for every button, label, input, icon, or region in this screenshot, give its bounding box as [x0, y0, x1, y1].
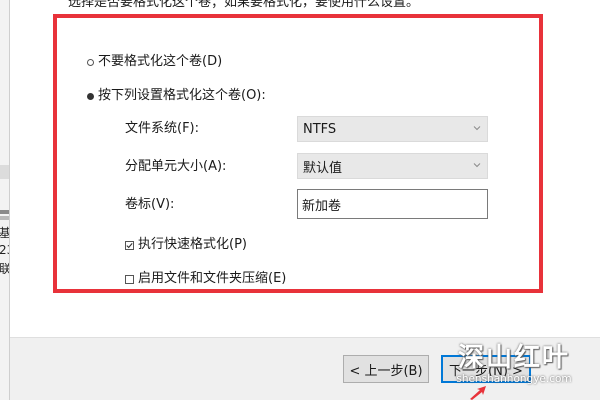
no-format-radio-option[interactable]: 不要格式化这个卷(D)	[87, 54, 222, 70]
file-system-select[interactable]: NTFS	[297, 116, 488, 142]
compression-label: 启用文件和文件夹压缩(E)	[138, 271, 287, 286]
volume-label-input[interactable]: 新加卷	[297, 189, 488, 219]
allocation-unit-select[interactable]: 默认值	[297, 153, 488, 179]
no-format-label: 不要格式化这个卷(D)	[98, 54, 223, 69]
volume-label-value: 新加卷	[302, 198, 342, 214]
quick-format-label: 执行快速格式化(P)	[138, 237, 247, 252]
chevron-down-icon	[473, 126, 481, 131]
next-button[interactable]: 下一步(N) >	[441, 355, 531, 383]
format-settings-radio[interactable]	[87, 92, 94, 100]
quick-format-checkbox[interactable]	[125, 240, 134, 250]
chevron-down-icon	[473, 163, 481, 168]
back-button[interactable]: < 上一步(B)	[343, 355, 429, 383]
checkmark-icon	[126, 242, 133, 248]
allocation-unit-value: 默认值	[303, 160, 343, 176]
quick-format-option[interactable]: 执行快速格式化(P)	[125, 237, 247, 253]
file-system-label: 文件系统(F):	[125, 121, 200, 136]
dialog-instruction: 选择是否要格式化这个卷；如果要格式化，要使用什么设置。	[68, 0, 420, 10]
no-format-radio[interactable]	[87, 58, 94, 66]
file-system-value: NTFS	[303, 121, 337, 137]
format-settings-label: 按下列设置格式化这个卷(O):	[98, 88, 266, 103]
volume-label-label: 卷标(V):	[125, 197, 175, 212]
cursor-arrow-icon	[470, 386, 486, 400]
screenshot: 基本 23 联机 选择是否要格式化这个卷；如果要格式化，要使用什么设置。 不要格…	[0, 0, 600, 400]
compression-option[interactable]: 启用文件和文件夹压缩(E)	[125, 271, 286, 287]
compression-checkbox[interactable]	[125, 274, 134, 284]
format-partition-dialog: 选择是否要格式化这个卷；如果要格式化，要使用什么设置。 不要格式化这个卷(D) …	[10, 0, 600, 400]
allocation-unit-label: 分配单元大小(A):	[125, 159, 227, 174]
format-settings-radio-option[interactable]: 按下列设置格式化这个卷(O):	[87, 88, 266, 104]
